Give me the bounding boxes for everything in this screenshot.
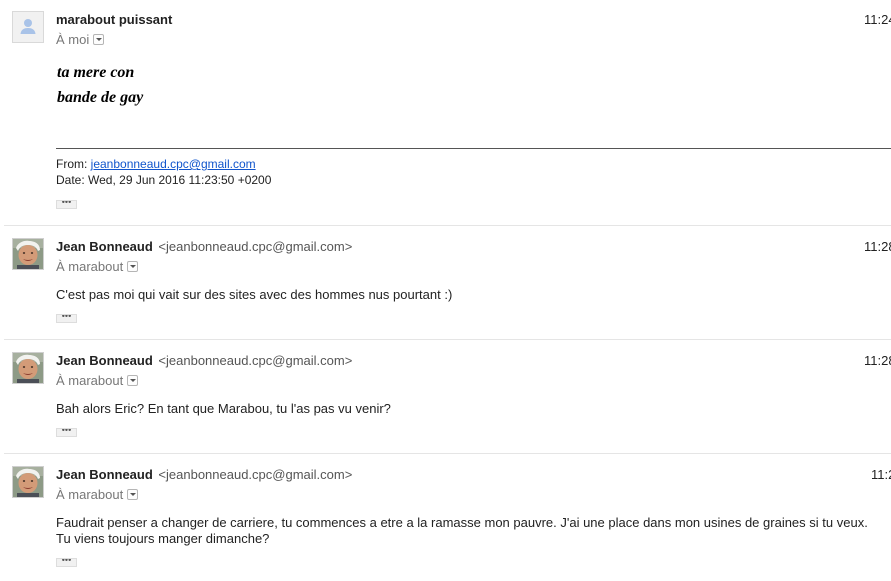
sender-email[interactable]: <jeanbonneaud.cpc@gmail.com> xyxy=(158,467,352,482)
quoted-from-line: From: jeanbonneaud.cpc@gmail.com xyxy=(56,157,256,171)
sender-photo[interactable] xyxy=(12,466,44,498)
message-body-line: C'est pas moi qui vait sur des sites ave… xyxy=(56,287,453,302)
sender-email[interactable]: <jeanbonneaud.cpc@gmail.com> xyxy=(158,353,352,368)
message-body-line: Tu viens toujours manger dimanche? xyxy=(56,531,270,546)
sender-name[interactable]: marabout puissant xyxy=(56,12,172,27)
ellipsis-icon[interactable]: ••• xyxy=(56,200,77,209)
message-1: marabout puissant 11:24 À moi ta mere co… xyxy=(0,0,891,226)
message-body: Faudrait penser a changer de carriere, t… xyxy=(56,515,868,547)
quoted-from-label: From: xyxy=(56,157,91,171)
message-4: Jean Bonneaud <jeanbonneaud.cpc@gmail.co… xyxy=(0,454,891,581)
chevron-down-icon[interactable] xyxy=(127,489,139,500)
recipient-label: À marabout xyxy=(56,259,124,274)
message-body-line: Bah alors Eric? En tant que Marabou, tu … xyxy=(56,401,391,416)
ellipsis-icon[interactable]: ••• xyxy=(56,314,77,323)
message-body: Bah alors Eric? En tant que Marabou, tu … xyxy=(56,401,391,417)
ellipsis-icon[interactable]: ••• xyxy=(56,428,77,437)
message-2: Jean Bonneaud <jeanbonneaud.cpc@gmail.co… xyxy=(0,226,891,339)
sender-photo[interactable] xyxy=(12,238,44,270)
recipient-line: À moi xyxy=(56,32,105,47)
sender-name[interactable]: Jean Bonneaud xyxy=(56,353,153,368)
message-body: C'est pas moi qui vait sur des sites ave… xyxy=(56,287,452,303)
sender[interactable]: marabout puissant xyxy=(56,12,172,27)
email-thread: marabout puissant 11:24 À moi ta mere co… xyxy=(0,0,891,581)
ellipsis-icon[interactable]: ••• xyxy=(56,558,77,567)
recipient-line: À marabout xyxy=(56,487,139,502)
message-body-line: bande de gay xyxy=(57,89,144,106)
quoted-date-line: Date: Wed, 29 Jun 2016 11:23:50 +0200 xyxy=(56,173,272,187)
message-3: Jean Bonneaud <jeanbonneaud.cpc@gmail.co… xyxy=(0,340,891,453)
sender[interactable]: Jean Bonneaud <jeanbonneaud.cpc@gmail.co… xyxy=(56,353,352,368)
message-body-line: ta mere con xyxy=(57,64,135,81)
message-time[interactable]: 11:28 xyxy=(864,353,891,368)
quote-separator xyxy=(56,148,891,149)
sender-name[interactable]: Jean Bonneaud xyxy=(56,467,153,482)
recipient-line: À marabout xyxy=(56,259,139,274)
sender-name[interactable]: Jean Bonneaud xyxy=(56,239,153,254)
person-silhouette-icon[interactable] xyxy=(12,11,44,43)
chevron-down-icon[interactable] xyxy=(93,34,105,45)
message-body-line: Faudrait penser a changer de carriere, t… xyxy=(56,515,868,530)
sender[interactable]: Jean Bonneaud <jeanbonneaud.cpc@gmail.co… xyxy=(56,239,352,254)
sender-email[interactable]: <jeanbonneaud.cpc@gmail.com> xyxy=(158,239,352,254)
recipient-label: À marabout xyxy=(56,487,124,502)
message-time[interactable]: 11:2 xyxy=(871,467,891,482)
chevron-down-icon[interactable] xyxy=(127,261,139,272)
message-time[interactable]: 11:28 xyxy=(864,239,891,254)
recipient-label: À moi xyxy=(56,32,90,47)
recipient-line: À marabout xyxy=(56,373,139,388)
sender-photo[interactable] xyxy=(12,352,44,384)
chevron-down-icon[interactable] xyxy=(127,375,139,386)
quoted-from-address-link[interactable]: jeanbonneaud.cpc@gmail.com xyxy=(91,157,256,171)
recipient-label: À marabout xyxy=(56,373,124,388)
message-time[interactable]: 11:24 xyxy=(864,12,891,27)
sender[interactable]: Jean Bonneaud <jeanbonneaud.cpc@gmail.co… xyxy=(56,467,352,482)
